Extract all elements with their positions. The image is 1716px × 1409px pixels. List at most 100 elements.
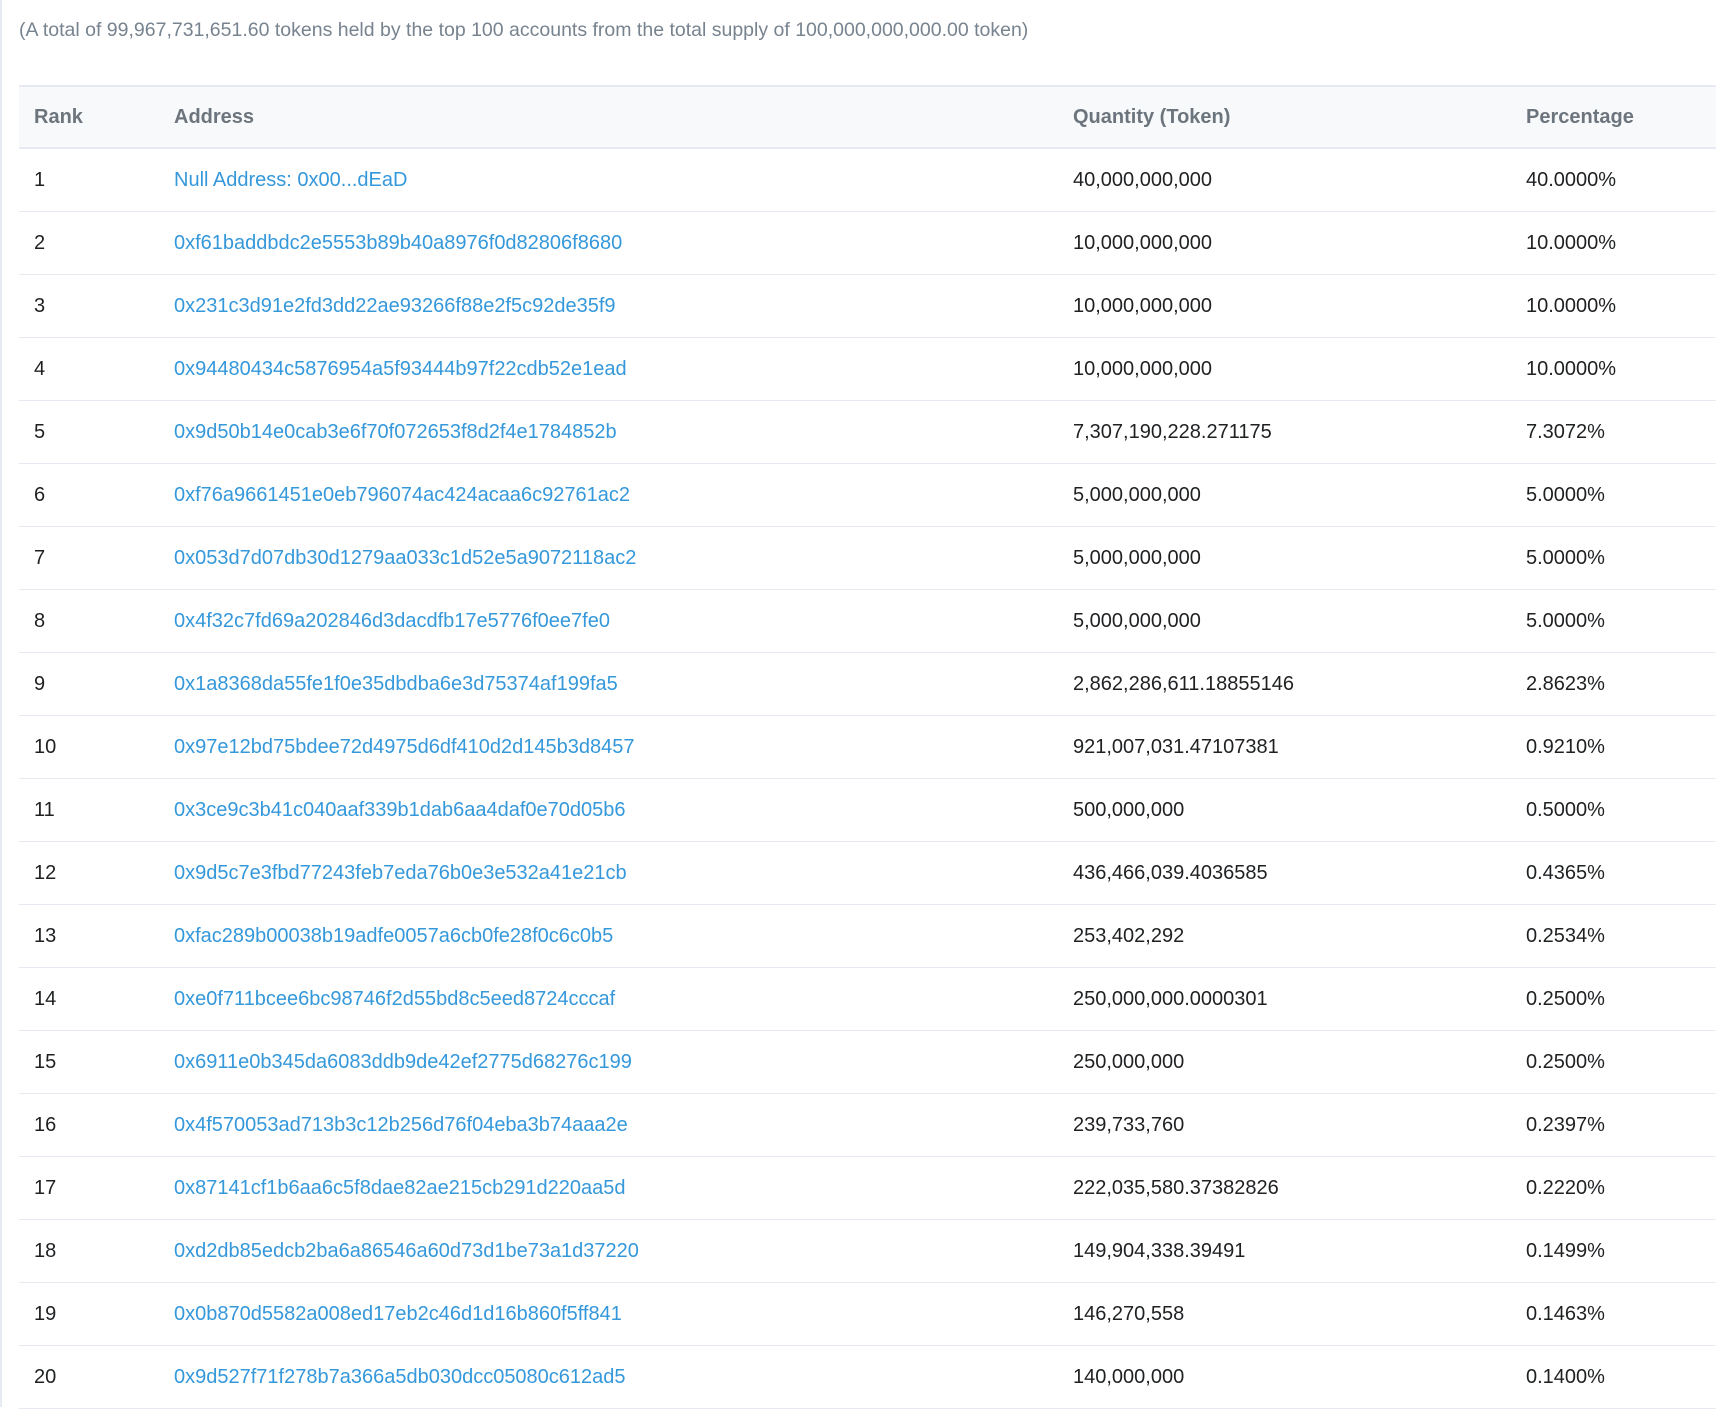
rank-cell: 10 (19, 715, 159, 779)
table-row: 14 0xe0f711bcee6bc98746f2d55bd8c5eed8724c… (19, 967, 1716, 1031)
table-body: 1 Null Address: 0x00...dEaD 40,000,000,000… (19, 148, 1716, 1409)
percentage-cell: 0.1499% (1511, 1219, 1716, 1283)
address-cell: 0x87141cf1b6aa6c5f8dae82ae215cb291d220aa… (159, 1156, 1058, 1220)
address-link[interactable]: 0x97e12bd75bdee72d4975d6df410d2d145b3d84… (174, 736, 634, 758)
rank-cell: 15 (19, 1030, 159, 1094)
address-cell: 0x4f32c7fd69a202846d3dacdfb17e5776f0ee7f… (159, 589, 1058, 653)
address-link[interactable]: 0x1a8368da55fe1f0e35dbdba6e3d75374af199f… (174, 673, 618, 695)
percentage-cell: 0.1400% (1511, 1345, 1716, 1409)
quantity-cell: 10,000,000,000 (1058, 337, 1511, 401)
address-link[interactable]: 0xfac289b00038b19adfe0057a6cb0fe28f0c6c0… (174, 925, 613, 947)
percentage-cell: 5.0000% (1511, 526, 1716, 590)
quantity-cell: 10,000,000,000 (1058, 211, 1511, 275)
table-row: 3 0x231c3d91e2fd3dd22ae93266f88e2f5c92de3… (19, 274, 1716, 338)
quantity-cell: 921,007,031.47107381 (1058, 715, 1511, 779)
address-link[interactable]: 0x87141cf1b6aa6c5f8dae82ae215cb291d220aa… (174, 1177, 626, 1199)
table-row: 20 0x9d527f71f278b7a366a5db030dcc05080c61… (19, 1345, 1716, 1409)
address-link[interactable]: 0x9d50b14e0cab3e6f70f072653f8d2f4e178485… (174, 421, 617, 443)
address-link[interactable]: 0x6911e0b345da6083ddb9de42ef2775d68276c1… (174, 1051, 632, 1073)
address-link[interactable]: 0x053d7d07db30d1279aa033c1d52e5a9072118a… (174, 547, 636, 569)
percentage-cell: 10.0000% (1511, 211, 1716, 275)
address-link[interactable]: 0x4f32c7fd69a202846d3dacdfb17e5776f0ee7f… (174, 610, 610, 632)
quantity-cell: 250,000,000.0000301 (1058, 967, 1511, 1031)
rank-cell: 2 (19, 211, 159, 275)
percentage-cell: 0.2534% (1511, 904, 1716, 968)
quantity-cell: 222,035,580.37382826 (1058, 1156, 1511, 1220)
table-row: 7 0x053d7d07db30d1279aa033c1d52e5a9072118… (19, 526, 1716, 590)
address-cell: 0x231c3d91e2fd3dd22ae93266f88e2f5c92de35… (159, 274, 1058, 338)
address-cell: 0x97e12bd75bdee72d4975d6df410d2d145b3d84… (159, 715, 1058, 779)
rank-cell: 18 (19, 1219, 159, 1283)
address-link[interactable]: 0xf76a9661451e0eb796074ac424acaa6c92761a… (174, 484, 630, 506)
address-link[interactable]: 0x231c3d91e2fd3dd22ae93266f88e2f5c92de35… (174, 295, 616, 317)
table-row: 2 0xf61baddbdc2e5553b89b40a8976f0d82806f8… (19, 211, 1716, 275)
table-row: 9 0x1a8368da55fe1f0e35dbdba6e3d75374af199… (19, 652, 1716, 716)
address-link[interactable]: 0x9d527f71f278b7a366a5db030dcc05080c612a… (174, 1366, 626, 1388)
rank-cell: 12 (19, 841, 159, 905)
address-cell: 0x9d50b14e0cab3e6f70f072653f8d2f4e178485… (159, 400, 1058, 464)
column-header-rank: Rank (34, 105, 83, 128)
quantity-cell: 250,000,000 (1058, 1030, 1511, 1094)
address-link[interactable]: 0x9d5c7e3fbd77243feb7eda76b0e3e532a41e21… (174, 862, 627, 884)
address-cell: 0x6911e0b345da6083ddb9de42ef2775d68276c1… (159, 1030, 1058, 1094)
address-cell: 0xf61baddbdc2e5553b89b40a8976f0d82806f86… (159, 211, 1058, 275)
quantity-cell: 5,000,000,000 (1058, 526, 1511, 590)
rank-cell: 5 (19, 400, 159, 464)
page-left-border (0, 0, 2, 1407)
holders-table: Rank Address Quantity (Token) Percentage… (19, 85, 1716, 1409)
percentage-cell: 2.8623% (1511, 652, 1716, 716)
rank-cell: 20 (19, 1345, 159, 1409)
address-cell: 0x3ce9c3b41c040aaf339b1dab6aa4daf0e70d05… (159, 778, 1058, 842)
table-row: 6 0xf76a9661451e0eb796074ac424acaa6c92761… (19, 463, 1716, 527)
address-cell: 0x0b870d5582a008ed17eb2c46d1d16b860f5ff8… (159, 1282, 1058, 1346)
table-row: 11 0x3ce9c3b41c040aaf339b1dab6aa4daf0e70d… (19, 778, 1716, 842)
column-header-address: Address (174, 105, 255, 128)
table-header-row: Rank Address Quantity (Token) Percentage (19, 86, 1716, 148)
table-row: 13 0xfac289b00038b19adfe0057a6cb0fe28f0c6… (19, 904, 1716, 968)
percentage-cell: 0.2220% (1511, 1156, 1716, 1220)
holders-summary: (A total of 99,967,731,651.60 tokens hel… (19, 19, 1029, 41)
table-row: 10 0x97e12bd75bdee72d4975d6df410d2d145b3d… (19, 715, 1716, 779)
address-cell: 0x4f570053ad713b3c12b256d76f04eba3b74aaa… (159, 1093, 1058, 1157)
address-link[interactable]: 0xe0f711bcee6bc98746f2d55bd8c5eed8724ccc… (174, 988, 615, 1010)
rank-cell: 7 (19, 526, 159, 590)
percentage-cell: 7.3072% (1511, 400, 1716, 464)
quantity-cell: 40,000,000,000 (1058, 148, 1511, 212)
percentage-cell: 0.4365% (1511, 841, 1716, 905)
address-link[interactable]: Null Address: 0x00...dEaD (174, 169, 407, 191)
address-link[interactable]: 0x3ce9c3b41c040aaf339b1dab6aa4daf0e70d05… (174, 799, 626, 821)
address-link[interactable]: 0xd2db85edcb2ba6a86546a60d73d1be73a1d372… (174, 1240, 639, 1262)
table-row: 12 0x9d5c7e3fbd77243feb7eda76b0e3e532a41e… (19, 841, 1716, 905)
table-row: 1 Null Address: 0x00...dEaD 40,000,000,000… (19, 148, 1716, 212)
address-cell: 0xe0f711bcee6bc98746f2d55bd8c5eed8724ccc… (159, 967, 1058, 1031)
quantity-cell: 149,904,338.39491 (1058, 1219, 1511, 1283)
percentage-cell: 5.0000% (1511, 589, 1716, 653)
address-link[interactable]: 0x94480434c5876954a5f93444b97f22cdb52e1e… (174, 358, 627, 380)
address-cell: 0x9d527f71f278b7a366a5db030dcc05080c612a… (159, 1345, 1058, 1409)
table-row: 15 0x6911e0b345da6083ddb9de42ef2775d68276… (19, 1030, 1716, 1094)
column-header-percentage: Percentage (1526, 105, 1634, 128)
rank-cell: 4 (19, 337, 159, 401)
percentage-cell: 0.2397% (1511, 1093, 1716, 1157)
table-header: Rank Address Quantity (Token) Percentage (19, 86, 1716, 148)
rank-cell: 16 (19, 1093, 159, 1157)
quantity-cell: 10,000,000,000 (1058, 274, 1511, 338)
percentage-cell: 0.1463% (1511, 1282, 1716, 1346)
table-row: 18 0xd2db85edcb2ba6a86546a60d73d1be73a1d3… (19, 1219, 1716, 1283)
address-cell: Null Address: 0x00...dEaD (159, 148, 1058, 212)
address-cell: 0x1a8368da55fe1f0e35dbdba6e3d75374af199f… (159, 652, 1058, 716)
percentage-cell: 40.0000% (1511, 148, 1716, 212)
rank-cell: 9 (19, 652, 159, 716)
address-link[interactable]: 0x0b870d5582a008ed17eb2c46d1d16b860f5ff8… (174, 1303, 622, 1325)
quantity-cell: 140,000,000 (1058, 1345, 1511, 1409)
address-cell: 0x9d5c7e3fbd77243feb7eda76b0e3e532a41e21… (159, 841, 1058, 905)
percentage-cell: 5.0000% (1511, 463, 1716, 527)
percentage-cell: 10.0000% (1511, 337, 1716, 401)
address-link[interactable]: 0x4f570053ad713b3c12b256d76f04eba3b74aaa… (174, 1114, 628, 1136)
quantity-cell: 5,000,000,000 (1058, 589, 1511, 653)
address-link[interactable]: 0xf61baddbdc2e5553b89b40a8976f0d82806f86… (174, 232, 622, 254)
percentage-cell: 0.2500% (1511, 967, 1716, 1031)
holders-table-container: Rank Address Quantity (Token) Percentage… (19, 85, 1716, 1409)
percentage-cell: 0.2500% (1511, 1030, 1716, 1094)
address-cell: 0x053d7d07db30d1279aa033c1d52e5a9072118a… (159, 526, 1058, 590)
